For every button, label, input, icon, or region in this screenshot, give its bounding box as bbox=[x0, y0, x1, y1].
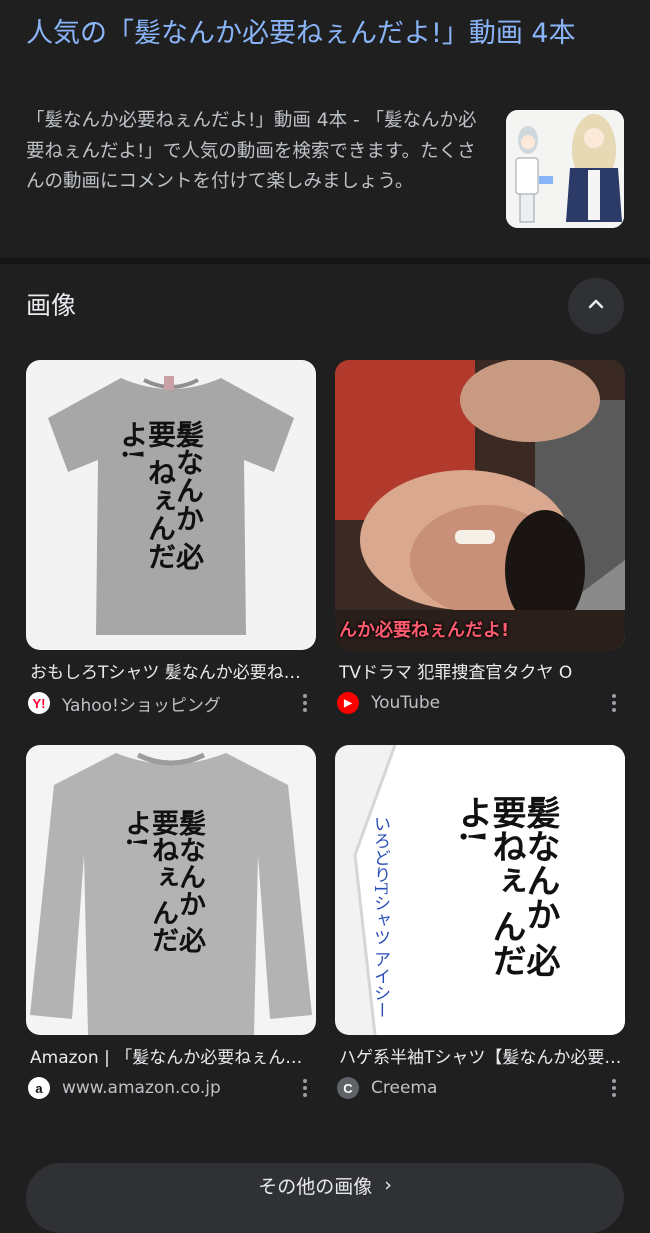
amazon-favicon-icon: a bbox=[28, 1077, 50, 1099]
source-name: www.amazon.co.jp bbox=[62, 1078, 221, 1098]
source-name: Creema bbox=[371, 1078, 438, 1098]
image-title[interactable]: おもしろTシャツ 髪なんか必要ねぇんだよ! bbox=[30, 658, 314, 683]
image-title[interactable]: ハゲ系半袖Tシャツ【髪なんか必要ねぇんだよ!】 bbox=[339, 1043, 623, 1068]
image-thumbnail[interactable]: んか必要ねぇんだよ! bbox=[335, 360, 625, 650]
creema-favicon-icon: C bbox=[337, 1077, 359, 1099]
image-title[interactable]: Amazon | 「髪なんか必要ねぇんだよ!」 bbox=[30, 1043, 314, 1068]
collapse-button[interactable] bbox=[568, 278, 624, 334]
image-thumbnail[interactable]: 髪なんか 必要ねぇ んだよ! bbox=[26, 745, 316, 1035]
video-caption: んか必要ねぇんだよ! bbox=[339, 620, 510, 641]
image-card[interactable]: 髪なんか 必要ねぇ んだよ! いろどりTシャツ アイシー ハゲ系半袖Tシャツ【髪… bbox=[335, 745, 625, 1099]
image-source[interactable]: a www.amazon.co.jp bbox=[28, 1075, 316, 1101]
more-options-icon[interactable] bbox=[603, 694, 625, 712]
image-source[interactable]: C Creema bbox=[337, 1075, 625, 1101]
result-thumbnail[interactable] bbox=[506, 110, 624, 228]
brand-side-text: いろどりTシャツ アイシー bbox=[370, 815, 390, 1019]
yahoo-favicon-icon: Y! bbox=[28, 692, 50, 714]
image-card[interactable]: んか必要ねぇんだよ! TVドラマ 犯罪捜査官タクヤ O ▶ YouTube bbox=[335, 360, 625, 714]
source-name: YouTube bbox=[371, 693, 441, 713]
images-section-title: 画像 bbox=[26, 291, 77, 320]
section-divider bbox=[0, 258, 650, 264]
more-options-icon[interactable] bbox=[294, 694, 316, 712]
image-source[interactable]: Y! Yahoo!ショッピング bbox=[28, 690, 316, 716]
sweatshirt-print-text: 髪なんか 必要ねぇ んだよ! bbox=[120, 809, 205, 954]
chevron-up-icon bbox=[585, 293, 607, 319]
result-snippet: 「髪なんか必要ねぇんだよ!」動画 4本 - 「髪なんか必要ねぇんだよ!」で人気の… bbox=[26, 110, 477, 192]
image-title[interactable]: TVドラマ 犯罪捜査官タクヤ O bbox=[339, 658, 623, 683]
image-thumbnail[interactable]: 髪なんか 必要 ねぇんだよ! bbox=[26, 360, 316, 650]
image-thumbnail[interactable]: 髪なんか 必要ねぇ んだよ! いろどりTシャツ アイシー bbox=[335, 745, 625, 1035]
arrow-right-icon: › bbox=[384, 1174, 392, 1196]
result-title-link[interactable]: 人気の「髪なんか必要ねぇんだよ!」動画 4本 bbox=[26, 14, 626, 54]
more-options-icon[interactable] bbox=[294, 1079, 316, 1097]
youtube-favicon-icon: ▶ bbox=[337, 692, 359, 714]
search-result[interactable]: 人気の「髪なんか必要ねぇんだよ!」動画 4本 「髪なんか必要ねぇんだよ!」動画 … bbox=[0, 0, 650, 258]
more-images-button[interactable]: その他の画像 › bbox=[26, 1163, 624, 1233]
shirt-print-text: 髪なんか 必要ねぇ んだよ! bbox=[452, 795, 560, 977]
more-options-icon[interactable] bbox=[603, 1079, 625, 1097]
source-name: Yahoo!ショッピング bbox=[62, 695, 221, 716]
image-card[interactable]: 髪なんか 必要ねぇ んだよ! Amazon | 「髪なんか必要ねぇんだよ!」 a… bbox=[26, 745, 316, 1099]
image-card[interactable]: 髪なんか 必要 ねぇんだよ! おもしろTシャツ 髪なんか必要ねぇんだよ! Y! … bbox=[26, 360, 316, 716]
image-source[interactable]: ▶ YouTube bbox=[337, 690, 625, 716]
more-images-label: その他の画像 bbox=[258, 1175, 373, 1198]
shirt-print-text: 髪なんか 必要 ねぇんだよ! bbox=[116, 420, 205, 570]
